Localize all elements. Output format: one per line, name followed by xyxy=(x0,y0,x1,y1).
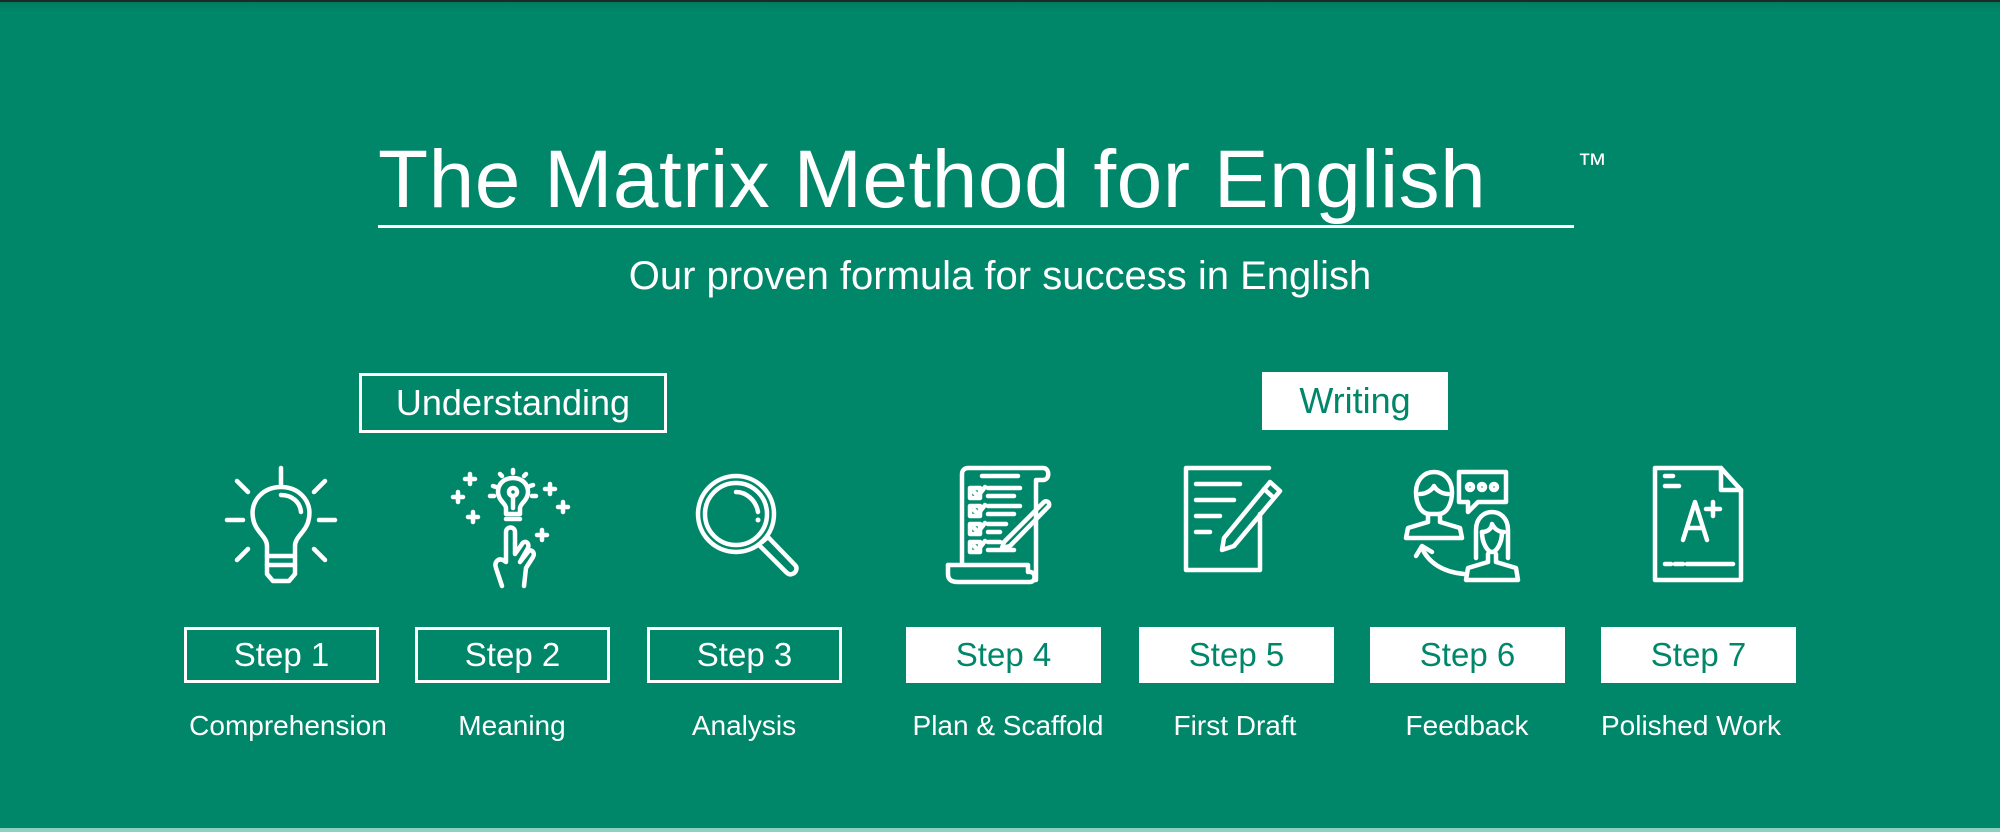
step-2-button[interactable]: Step 2 xyxy=(415,627,610,683)
magnifying-glass-icon xyxy=(680,462,810,588)
step-4-label: Plan & Scaffold xyxy=(912,710,1104,741)
page-title: The Matrix Method for English xyxy=(378,134,1487,225)
group-label-understanding: Understanding xyxy=(359,373,667,433)
title-underline xyxy=(378,225,1574,228)
step-7-button[interactable]: Step 7 xyxy=(1601,627,1796,683)
group-label-writing: Writing xyxy=(1262,372,1448,430)
step-5-button[interactable]: Step 5 xyxy=(1139,627,1334,683)
step-4-button[interactable]: Step 4 xyxy=(906,627,1101,683)
step-2-label: Meaning xyxy=(458,710,566,741)
step-7-label: Polished Work xyxy=(1600,710,1781,741)
feedback-people-icon xyxy=(1402,462,1532,588)
idea-hand-icon xyxy=(448,462,578,589)
document-pencil-icon xyxy=(1172,462,1302,588)
step-3-button[interactable]: Step 3 xyxy=(647,627,842,683)
graded-paper-icon xyxy=(1633,462,1763,588)
step-6-button[interactable]: Step 6 xyxy=(1370,627,1565,683)
step-1-button[interactable]: Step 1 xyxy=(184,627,379,683)
step-6-label: Feedback xyxy=(1405,710,1529,741)
lightbulb-icon xyxy=(217,462,347,588)
page-subtitle: Our proven formula for success in Englis… xyxy=(628,254,1372,298)
top-shade xyxy=(0,2,2000,10)
step-1-label: Comprehension xyxy=(189,710,387,741)
trademark-symbol: ™ xyxy=(1577,148,1607,181)
step-5-label: First Draft xyxy=(1173,710,1297,741)
step-3-label: Analysis xyxy=(691,710,797,741)
bottom-border xyxy=(0,828,2000,832)
checklist-scroll-icon xyxy=(940,462,1070,588)
